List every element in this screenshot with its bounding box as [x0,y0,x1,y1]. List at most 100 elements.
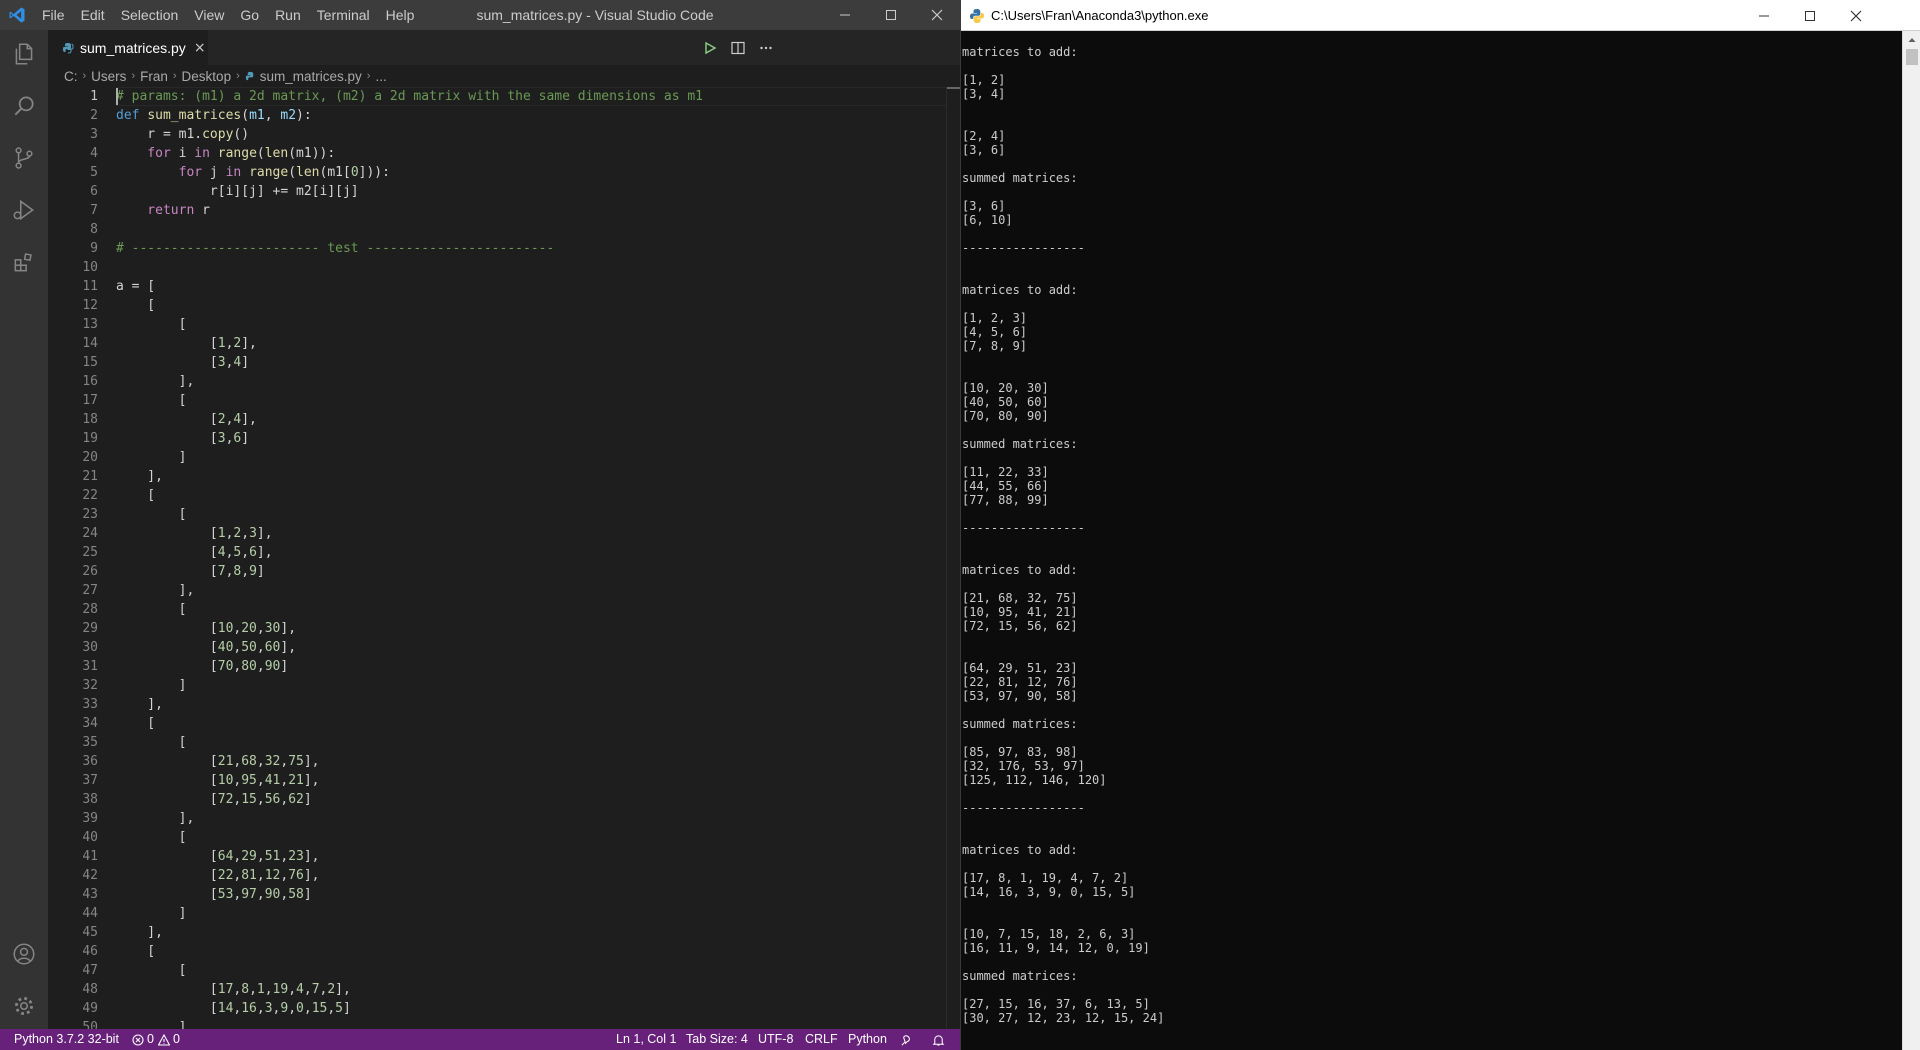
code-line[interactable]: [ [116,961,946,980]
scroll-thumb[interactable] [1906,49,1918,65]
manage-button[interactable] [0,982,48,1030]
code-line[interactable]: for j in range(len(m1[0])): [116,163,946,182]
code-line[interactable]: [40,50,60], [116,638,946,657]
line-number: 35 [82,735,98,750]
code-lines[interactable]: # params: (m1) a 2d matrix, (m2) a 2d ma… [116,87,946,1029]
problems-status[interactable]: 0 0 [132,1029,180,1050]
code-line[interactable]: # ------------------------ test --------… [116,239,946,258]
code-line[interactable]: [70,80,90] [116,657,946,676]
search-button[interactable] [0,82,48,130]
code-line[interactable]: [17,8,1,19,4,7,2], [116,980,946,999]
code-line[interactable]: [10,20,30], [116,619,946,638]
source-control-button[interactable] [0,134,48,182]
code-line[interactable]: r[i][j] += m2[i][j] [116,182,946,201]
code-line[interactable]: ], [116,581,946,600]
menu-file[interactable]: File [34,0,73,30]
tab-sum-matrices[interactable]: sum_matrices.py × [48,30,208,65]
code-line[interactable]: [ [116,600,946,619]
editor-scrollbar[interactable] [946,87,960,1029]
code-line[interactable]: return r [116,201,946,220]
code-line[interactable]: [21,68,32,75], [116,752,946,771]
console-close-button[interactable] [1833,0,1879,31]
python-interpreter-status[interactable]: Python 3.7.2 32-bit [14,1029,119,1050]
close-window-button[interactable] [914,0,960,30]
code-line[interactable]: [3,6] [116,429,946,448]
code-line[interactable]: [4,5,6], [116,543,946,562]
code-line[interactable] [116,258,946,277]
eol-status[interactable]: CRLF [805,1029,838,1050]
code-line[interactable]: [ [116,505,946,524]
code-line[interactable]: ] [116,676,946,695]
breadcrumb-symbols[interactable]: ... [375,69,386,84]
feedback-button[interactable] [900,1033,913,1050]
code-token: 90 [264,887,281,902]
code-line[interactable]: [ [116,733,946,752]
code-line[interactable]: [14,16,3,9,0,15,5] [116,999,946,1018]
code-line[interactable]: r = m1.copy() [116,125,946,144]
encoding-status[interactable]: UTF-8 [758,1029,793,1050]
menu-run[interactable]: Run [267,0,309,30]
menu-help[interactable]: Help [378,0,423,30]
code-line[interactable]: [64,29,51,23], [116,847,946,866]
code-line[interactable]: [1,2,3], [116,524,946,543]
code-line[interactable]: ], [116,809,946,828]
code-line[interactable]: [72,15,56,62] [116,790,946,809]
code-line[interactable]: for i in range(len(m1)): [116,144,946,163]
code-line[interactable]: [ [116,942,946,961]
code-line[interactable]: [7,8,9] [116,562,946,581]
breadcrumb-fran[interactable]: Fran [140,69,168,84]
code-line[interactable]: [1,2], [116,334,946,353]
console-maximize-button[interactable] [1787,0,1833,31]
more-actions-button[interactable] [750,30,782,65]
code-line[interactable]: ], [116,467,946,486]
code-line[interactable]: [ [116,315,946,334]
code-line[interactable]: [ [116,296,946,315]
code-line[interactable]: ] [116,1018,946,1029]
menu-edit[interactable]: Edit [73,0,113,30]
tab-size-status[interactable]: Tab Size: 4 [686,1029,748,1050]
code-line[interactable]: [ [116,486,946,505]
cursor-position-status[interactable]: Ln 1, Col 1 [616,1029,676,1050]
console-scrollbar[interactable] [1902,31,1920,1050]
maximize-button[interactable] [868,0,914,30]
code-line[interactable]: a = [ [116,277,946,296]
code-line[interactable]: [ [116,828,946,847]
code-line[interactable]: [53,97,90,58] [116,885,946,904]
accounts-button[interactable] [0,930,48,978]
code-editor[interactable]: 1 2 3 4 5 6 7 8 9 10 11 12 13 14 15 16 17 18 19 20 21 22 23 24 2… [48,87,960,1029]
console-minimize-button[interactable] [1741,0,1787,31]
code-line[interactable]: [22,81,12,76], [116,866,946,885]
code-line[interactable]: ], [116,695,946,714]
code-line[interactable] [116,220,946,239]
menu-go[interactable]: Go [232,0,267,30]
extensions-button[interactable] [0,238,48,286]
code-line[interactable]: [ [116,391,946,410]
code-line[interactable]: ], [116,372,946,391]
code-line[interactable]: ] [116,904,946,923]
minimize-button[interactable] [822,0,868,30]
code-line[interactable]: def sum_matrices(m1, m2): [116,106,946,125]
code-line[interactable]: [10,95,41,21], [116,771,946,790]
notifications-button[interactable] [932,1033,945,1050]
line-number: 41 [82,849,98,864]
breadcrumb-users[interactable]: Users [91,69,126,84]
run-debug-button[interactable] [0,186,48,234]
breadcrumb-drive[interactable]: C: [64,69,78,84]
code-line[interactable]: # params: (m1) a 2d matrix, (m2) a 2d ma… [116,87,946,106]
menu-selection[interactable]: Selection [113,0,187,30]
scroll-up-button[interactable] [1903,31,1920,49]
breadcrumb-desktop[interactable]: Desktop [182,69,232,84]
tab-close-icon[interactable]: × [194,40,206,56]
code-line[interactable]: ], [116,923,946,942]
code-line[interactable]: ] [116,448,946,467]
console-output[interactable]: matrices to add: [1, 2] [3, 4] [2, 4] [3, 6]… [961,31,1903,1050]
language-mode-status[interactable]: Python [848,1029,887,1050]
menu-view[interactable]: View [186,0,232,30]
breadcrumb-file[interactable]: sum_matrices.py [260,69,362,84]
code-line[interactable]: [ [116,714,946,733]
code-line[interactable]: [2,4], [116,410,946,429]
explorer-button[interactable] [0,30,48,78]
menu-terminal[interactable]: Terminal [309,0,378,30]
code-line[interactable]: [3,4] [116,353,946,372]
